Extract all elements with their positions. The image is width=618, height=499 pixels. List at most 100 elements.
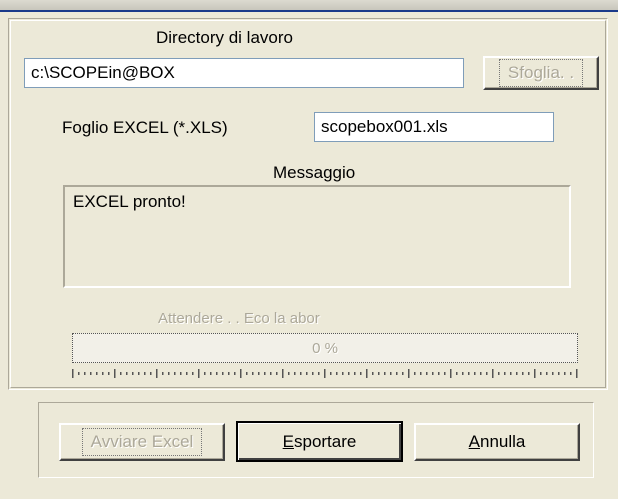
scale-tick [168, 372, 170, 375]
scale-tick [126, 372, 128, 375]
scale-tick [114, 369, 116, 378]
scale-tick [486, 372, 488, 375]
scale-tick [540, 372, 542, 375]
scale-tick [528, 372, 530, 375]
cancel-button[interactable]: Annulla [414, 423, 580, 461]
scale-tick [558, 372, 560, 375]
scale-tick [120, 372, 122, 375]
scale-tick [456, 372, 458, 375]
scale-tick [90, 372, 92, 375]
scale-tick [324, 369, 326, 378]
export-button[interactable]: Esportare [236, 421, 403, 462]
scale-tick [186, 372, 188, 375]
scale-tick [330, 372, 332, 375]
scale-tick [366, 369, 368, 378]
scale-tick [534, 369, 536, 378]
working-dir-value: c:\SCOPEin@BOX [31, 63, 175, 82]
scale-tick [240, 369, 242, 378]
scale-tick [408, 369, 410, 378]
start-excel-button[interactable]: Avviare Excel [59, 423, 225, 461]
browse-button[interactable]: Sfoglia. . [483, 56, 599, 90]
scale-tick [282, 369, 284, 378]
scale-tick [156, 369, 158, 378]
scale-tick [318, 372, 320, 375]
progress-scale [72, 369, 578, 378]
message-text: EXCEL pronto! [73, 192, 186, 211]
message-label: Messaggio [273, 163, 356, 182]
window-title-strip [0, 0, 618, 12]
scale-tick [378, 372, 380, 375]
scale-tick [102, 372, 104, 375]
scale-tick [450, 369, 452, 378]
start-excel-label: Avviare Excel [81, 428, 203, 456]
scale-tick [222, 372, 224, 375]
scale-tick [570, 372, 572, 375]
scale-tick [246, 372, 248, 375]
scale-tick [96, 372, 98, 375]
scale-tick [234, 372, 236, 375]
scale-tick [468, 372, 470, 375]
scale-tick [438, 372, 440, 375]
scale-tick [480, 372, 482, 375]
scale-tick [264, 372, 266, 375]
scale-tick [372, 372, 374, 375]
scale-tick [342, 372, 344, 375]
scale-tick [276, 372, 278, 375]
scale-tick [384, 372, 386, 375]
scale-tick [546, 372, 548, 375]
wait-label: Attendere . . Eco la abor [158, 310, 320, 327]
scale-tick [306, 372, 308, 375]
scale-tick [564, 372, 566, 375]
scale-tick [492, 369, 494, 378]
scale-tick [504, 372, 506, 375]
progress-bar: 0 % [72, 333, 578, 363]
scale-tick [258, 372, 260, 375]
excel-sheet-input[interactable]: scopebox001.xls [314, 112, 554, 142]
cancel-label: Annulla [468, 432, 526, 451]
scale-tick [420, 372, 422, 375]
scale-tick [516, 372, 518, 375]
working-dir-input[interactable]: c:\SCOPEin@BOX [24, 58, 464, 88]
scale-tick [72, 369, 74, 378]
scale-tick [462, 372, 464, 375]
scale-tick [192, 372, 194, 375]
scale-tick [576, 369, 578, 378]
scale-tick [204, 372, 206, 375]
progress-text: 0 % [312, 339, 338, 357]
browse-label: Sfoglia. . [498, 59, 584, 87]
scale-tick [78, 372, 80, 375]
scale-tick [312, 372, 314, 375]
scale-tick [510, 372, 512, 375]
scale-tick [144, 372, 146, 375]
excel-sheet-label: Foglio EXCEL (*.XLS) [62, 118, 228, 137]
scale-tick [396, 372, 398, 375]
excel-sheet-value: scopebox001.xls [321, 117, 448, 136]
scale-tick [174, 372, 176, 375]
scale-tick [288, 372, 290, 375]
scale-tick [228, 372, 230, 375]
scale-tick [390, 372, 392, 375]
scale-tick [84, 372, 86, 375]
scale-tick [270, 372, 272, 375]
scale-tick [300, 372, 302, 375]
scale-tick [474, 372, 476, 375]
message-box: EXCEL pronto! [63, 185, 571, 288]
working-dir-label: Directory di lavoro [156, 28, 293, 47]
scale-tick [444, 372, 446, 375]
scale-tick [150, 372, 152, 375]
scale-tick [216, 372, 218, 375]
scale-tick [108, 372, 110, 375]
scale-tick [426, 372, 428, 375]
scale-tick [138, 372, 140, 375]
scale-tick [294, 372, 296, 375]
scale-tick [360, 372, 362, 375]
scale-tick [336, 372, 338, 375]
scale-tick [552, 372, 554, 375]
scale-tick [252, 372, 254, 375]
scale-tick [348, 372, 350, 375]
scale-tick [354, 372, 356, 375]
scale-tick [180, 372, 182, 375]
scale-tick [414, 372, 416, 375]
scale-tick [132, 372, 134, 375]
scale-tick [522, 372, 524, 375]
